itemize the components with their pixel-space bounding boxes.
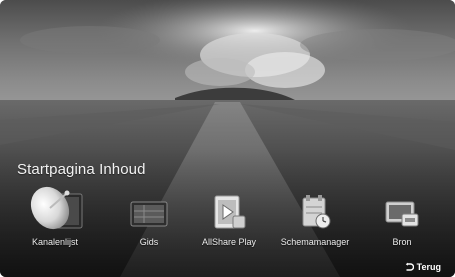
app-label-bron: Bron bbox=[392, 237, 412, 247]
tv-screen: Startpagina Inhoud Kanalenlijst Gids All… bbox=[0, 0, 455, 277]
back-button[interactable]: Terug bbox=[404, 262, 441, 272]
tv-guide-icon bbox=[130, 201, 168, 227]
satellite-dish-icon bbox=[30, 186, 83, 230]
app-label-gids: Gids bbox=[139, 237, 159, 247]
app-allshare-play[interactable]: AllShare Play bbox=[186, 188, 272, 256]
menu-title: Startpagina Inhoud bbox=[17, 161, 146, 178]
app-label-allshare-play: AllShare Play bbox=[201, 237, 257, 247]
back-label: Terug bbox=[416, 262, 441, 272]
app-gids[interactable]: Gids bbox=[106, 188, 192, 256]
media-play-icon bbox=[214, 195, 246, 229]
return-arrow-icon bbox=[405, 262, 414, 271]
app-label-kanalenlijst: Kanalenlijst bbox=[31, 237, 79, 247]
input-source-icon bbox=[385, 201, 419, 227]
app-label-schemamanager: Schemamanager bbox=[280, 237, 350, 247]
app-kanalenlijst[interactable]: Kanalenlijst bbox=[12, 186, 98, 256]
app-row: Kanalenlijst Gids AllShare Play Schemama… bbox=[0, 186, 455, 258]
schedule-manager-icon bbox=[302, 195, 331, 229]
app-bron[interactable]: Bron bbox=[359, 188, 445, 256]
bottom-bar: Terug bbox=[0, 259, 455, 277]
app-schemamanager[interactable]: Schemamanager bbox=[272, 188, 358, 256]
